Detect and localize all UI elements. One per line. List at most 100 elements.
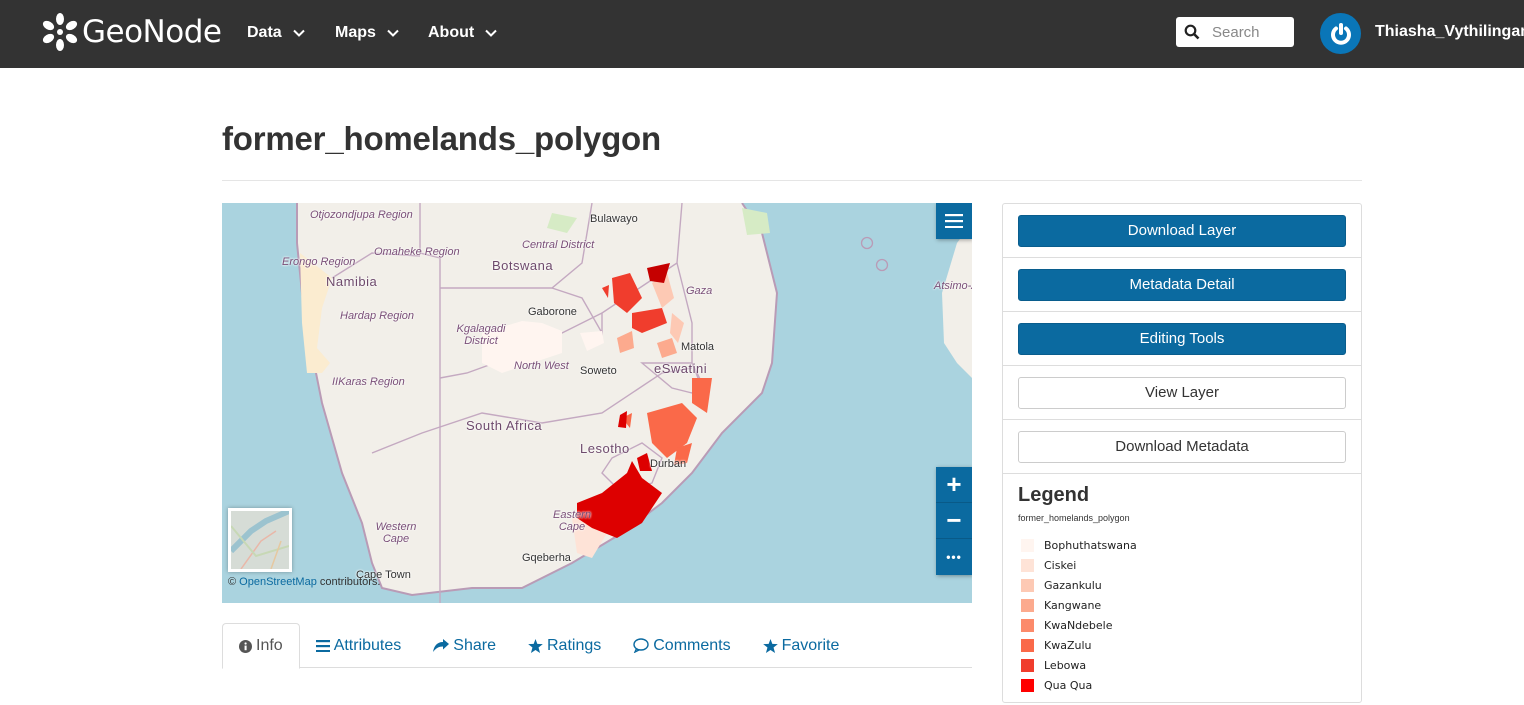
chevron-down-icon bbox=[485, 29, 497, 37]
legend-label: Gazankulu bbox=[1044, 578, 1102, 592]
legend-item: Ciskei bbox=[1018, 555, 1346, 575]
tab-label: Info bbox=[256, 637, 283, 654]
nav-menu-label: Maps bbox=[335, 24, 376, 41]
legend-label: Lebowa bbox=[1044, 658, 1087, 672]
legend-swatch bbox=[1021, 598, 1034, 612]
map-zoom-controls: + − ••• bbox=[936, 467, 972, 575]
map-attribution: © OpenStreetMap contributors. bbox=[228, 576, 380, 588]
list-icon bbox=[315, 639, 330, 652]
legend-item: KwaZulu bbox=[1018, 635, 1346, 655]
action-row: View Layer bbox=[1003, 366, 1361, 420]
map-label-eswatini: eSwatini bbox=[654, 361, 708, 376]
more-options-button[interactable]: ••• bbox=[936, 539, 972, 575]
download-layer-button[interactable]: Download Layer bbox=[1018, 214, 1346, 247]
star-icon bbox=[528, 638, 543, 653]
star-icon bbox=[762, 638, 778, 653]
editing-tools-button[interactable]: Editing Tools bbox=[1018, 322, 1346, 355]
map-label-gaza: Gaza bbox=[686, 285, 713, 297]
legend-swatch bbox=[1021, 558, 1034, 572]
action-row: Metadata Detail bbox=[1003, 258, 1361, 312]
nav-menu-about[interactable]: About bbox=[428, 22, 498, 44]
download-metadata-button[interactable]: Download Metadata bbox=[1018, 430, 1346, 463]
brand-link[interactable]: GeoNode bbox=[40, 12, 222, 52]
map-label-matola: Matola bbox=[681, 341, 715, 353]
tab-comments[interactable]: Comments bbox=[617, 623, 746, 668]
map-menu-button[interactable] bbox=[936, 203, 972, 239]
legend-swatch bbox=[1021, 678, 1034, 692]
map-label-atsimo: Atsimo-A bbox=[934, 280, 972, 292]
tab-label: Ratings bbox=[546, 636, 602, 654]
map-label-namibia: Namibia bbox=[326, 274, 378, 289]
nav-menu-maps[interactable]: Maps bbox=[335, 22, 400, 44]
legend-item: Kangwane bbox=[1018, 595, 1346, 615]
top-navbar: GeoNode Data Maps About Thiasha_Vythilin… bbox=[0, 0, 1524, 68]
map-label-gaborone: Gaborone bbox=[528, 306, 577, 318]
legend-layer-name: former_homelands_polygon bbox=[1018, 513, 1130, 523]
map-label-bulawayo: Bulawayo bbox=[590, 213, 638, 225]
map-label-erongo: Erongo Region bbox=[282, 256, 356, 268]
legend-item: Qua Qua bbox=[1018, 675, 1346, 695]
geonode-logo-icon bbox=[42, 13, 78, 51]
map-label-western-cape: Western Cape bbox=[375, 521, 417, 545]
tab-info[interactable]: Info bbox=[222, 623, 300, 669]
brand-name: GeoNode bbox=[82, 14, 222, 50]
legend-title: Legend bbox=[1018, 484, 1090, 506]
tab-ratings[interactable]: Ratings bbox=[512, 623, 617, 668]
basemap-switcher-thumbnail[interactable] bbox=[228, 508, 292, 572]
map-label-north-west: North West bbox=[514, 360, 569, 372]
tab-label: Attributes bbox=[333, 636, 402, 654]
user-avatar[interactable] bbox=[1320, 13, 1361, 54]
legend-swatch bbox=[1021, 578, 1034, 592]
legend-swatch bbox=[1021, 638, 1034, 652]
nav-menu-label: About bbox=[428, 24, 475, 41]
user-menu[interactable]: Thiasha_Vythilingam bbox=[1375, 23, 1524, 41]
zoom-out-button[interactable]: − bbox=[936, 503, 972, 539]
chevron-down-icon bbox=[387, 29, 399, 37]
map-label-botswana: Botswana bbox=[492, 258, 554, 273]
nav-menu-label: Data bbox=[247, 24, 282, 41]
map-label-lesotho: Lesotho bbox=[580, 441, 630, 456]
map-label-kgalagadi: Kgalagadi District bbox=[456, 323, 506, 347]
page-title: former_homelands_polygon bbox=[222, 120, 661, 157]
chevron-down-icon bbox=[292, 29, 305, 37]
nav-menu-data[interactable]: Data bbox=[247, 22, 306, 44]
legend-item: Lebowa bbox=[1018, 655, 1346, 675]
metadata-detail-button[interactable]: Metadata Detail bbox=[1018, 268, 1346, 301]
map-label-karas: IIKaras Region bbox=[332, 376, 405, 388]
power-icon bbox=[1330, 22, 1351, 45]
tab-label: Share bbox=[453, 636, 496, 654]
legend-swatch bbox=[1021, 618, 1034, 632]
map-label-durban: Durban bbox=[650, 458, 687, 470]
map-label-central-district: Central District bbox=[522, 239, 595, 251]
tab-favorite[interactable]: Favorite bbox=[747, 623, 856, 668]
resource-actions-panel: Download Layer Metadata Detail Editing T… bbox=[1002, 203, 1362, 703]
zoom-in-button[interactable]: + bbox=[936, 467, 972, 503]
legend-item: KwaNdebele bbox=[1018, 615, 1346, 635]
legend-item: Bophuthatswana bbox=[1018, 535, 1346, 555]
legend-label: Bophuthatswana bbox=[1044, 538, 1137, 552]
action-row: Download Layer bbox=[1003, 204, 1361, 258]
legend-swatch bbox=[1021, 658, 1034, 672]
map-label-gqeberha: Gqeberha bbox=[522, 552, 571, 564]
map-label-soweto: Soweto bbox=[580, 365, 617, 377]
legend-label: KwaZulu bbox=[1044, 638, 1092, 652]
legend: Legend former_homelands_polygon Bophutha… bbox=[1003, 474, 1361, 705]
basemap-thumbnail-image bbox=[231, 511, 289, 569]
search-icon[interactable] bbox=[1184, 24, 1200, 40]
tab-attributes[interactable]: Attributes bbox=[300, 623, 418, 668]
openstreetmap-link[interactable]: OpenStreetMap bbox=[239, 576, 317, 588]
legend-label: Qua Qua bbox=[1044, 678, 1093, 692]
attribution-copyright: © bbox=[228, 576, 237, 588]
hamburger-menu-icon bbox=[945, 214, 963, 228]
search-input[interactable] bbox=[1212, 23, 1292, 41]
view-layer-button[interactable]: View Layer bbox=[1018, 376, 1346, 409]
search-box bbox=[1176, 17, 1294, 47]
info-circle-icon bbox=[239, 639, 252, 653]
tab-label: Favorite bbox=[781, 636, 840, 654]
map-label-otjozondjupa: Otjozondjupa Region bbox=[310, 209, 413, 221]
map-viewer[interactable]: Otjozondjupa Region Erongo Region Omahek… bbox=[222, 203, 972, 603]
map-label-omaheke: Omaheke Region bbox=[374, 246, 460, 258]
tab-share[interactable]: Share bbox=[417, 623, 512, 668]
attribution-suffix: contributors. bbox=[319, 576, 381, 588]
legend-swatch bbox=[1021, 538, 1034, 552]
